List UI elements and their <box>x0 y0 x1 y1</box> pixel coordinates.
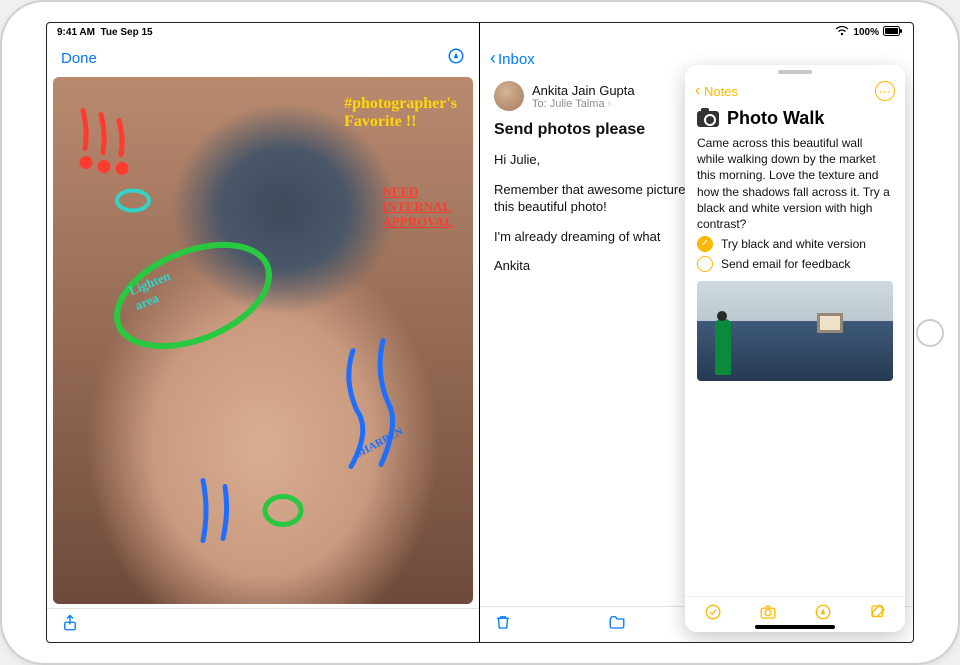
note-text: Came across this beautiful wall while wa… <box>697 135 893 232</box>
done-button[interactable]: Done <box>61 50 97 67</box>
status-bar-right: 100% <box>480 23 913 41</box>
ipad-device-frame: 9:41 AM Tue Sep 15 Done <box>0 0 960 665</box>
photo-toolbar: Done <box>47 41 479 75</box>
photo-markup-pane: 9:41 AM Tue Sep 15 Done <box>47 23 480 642</box>
checklist-label: Send email for feedback <box>721 256 850 272</box>
annotation-favorite: #photographer's Favorite !! <box>344 95 457 131</box>
folder-icon[interactable] <box>608 613 626 636</box>
status-bar-left: 9:41 AM Tue Sep 15 <box>47 23 479 41</box>
home-indicator[interactable] <box>755 625 835 629</box>
markup-tool-icon[interactable] <box>814 603 832 626</box>
sender-name[interactable]: Ankita Jain Gupta <box>532 83 635 98</box>
battery-icon <box>883 26 903 39</box>
checklist-icon[interactable] <box>704 603 722 626</box>
battery-percent: 100% <box>853 27 879 38</box>
wifi-icon <box>835 26 849 39</box>
trash-icon[interactable] <box>494 613 512 636</box>
photo-bottom-toolbar <box>47 608 479 642</box>
checklist-item-0[interactable]: ✓ Try black and white version <box>697 236 893 252</box>
share-icon[interactable] <box>61 614 79 637</box>
note-body[interactable]: Came across this beautiful wall while wa… <box>685 133 905 596</box>
screen: 9:41 AM Tue Sep 15 Done <box>46 22 914 643</box>
checklist-item-1[interactable]: Send email for feedback <box>697 256 893 272</box>
notes-toolbar: ‹ Notes ⋯ <box>685 76 905 106</box>
slideover-grabber[interactable] <box>778 70 812 74</box>
notes-back-button[interactable]: ‹ Notes <box>695 82 738 100</box>
camera-icon <box>697 111 719 127</box>
to-line[interactable]: To: Julie Talma › <box>532 98 635 110</box>
photo-canvas[interactable]: #photographer's Favorite !! NEED INTERNA… <box>53 77 473 604</box>
checkbox-done-icon[interactable]: ✓ <box>697 236 713 252</box>
note-attached-photo[interactable] <box>697 281 893 381</box>
compose-note-icon[interactable] <box>869 603 887 626</box>
more-icon[interactable]: ⋯ <box>875 81 895 101</box>
notes-slideover[interactable]: ‹ Notes ⋯ Photo Walk Came across this be… <box>685 65 905 632</box>
camera-tool-icon[interactable] <box>759 603 777 626</box>
note-title[interactable]: Photo Walk <box>727 108 824 129</box>
checklist-label: Try black and white version <box>721 236 866 252</box>
annotation-approval: NEED INTERNAL APPROVAL <box>382 185 453 230</box>
home-button[interactable] <box>916 319 944 347</box>
mail-back-button[interactable]: ‹Inbox <box>490 48 535 69</box>
avatar[interactable] <box>494 81 524 111</box>
markup-icon[interactable] <box>447 47 465 70</box>
checkbox-empty-icon[interactable] <box>697 256 713 272</box>
drawing-overlay <box>53 77 473 604</box>
status-time: 9:41 AM Tue Sep 15 <box>57 27 153 38</box>
